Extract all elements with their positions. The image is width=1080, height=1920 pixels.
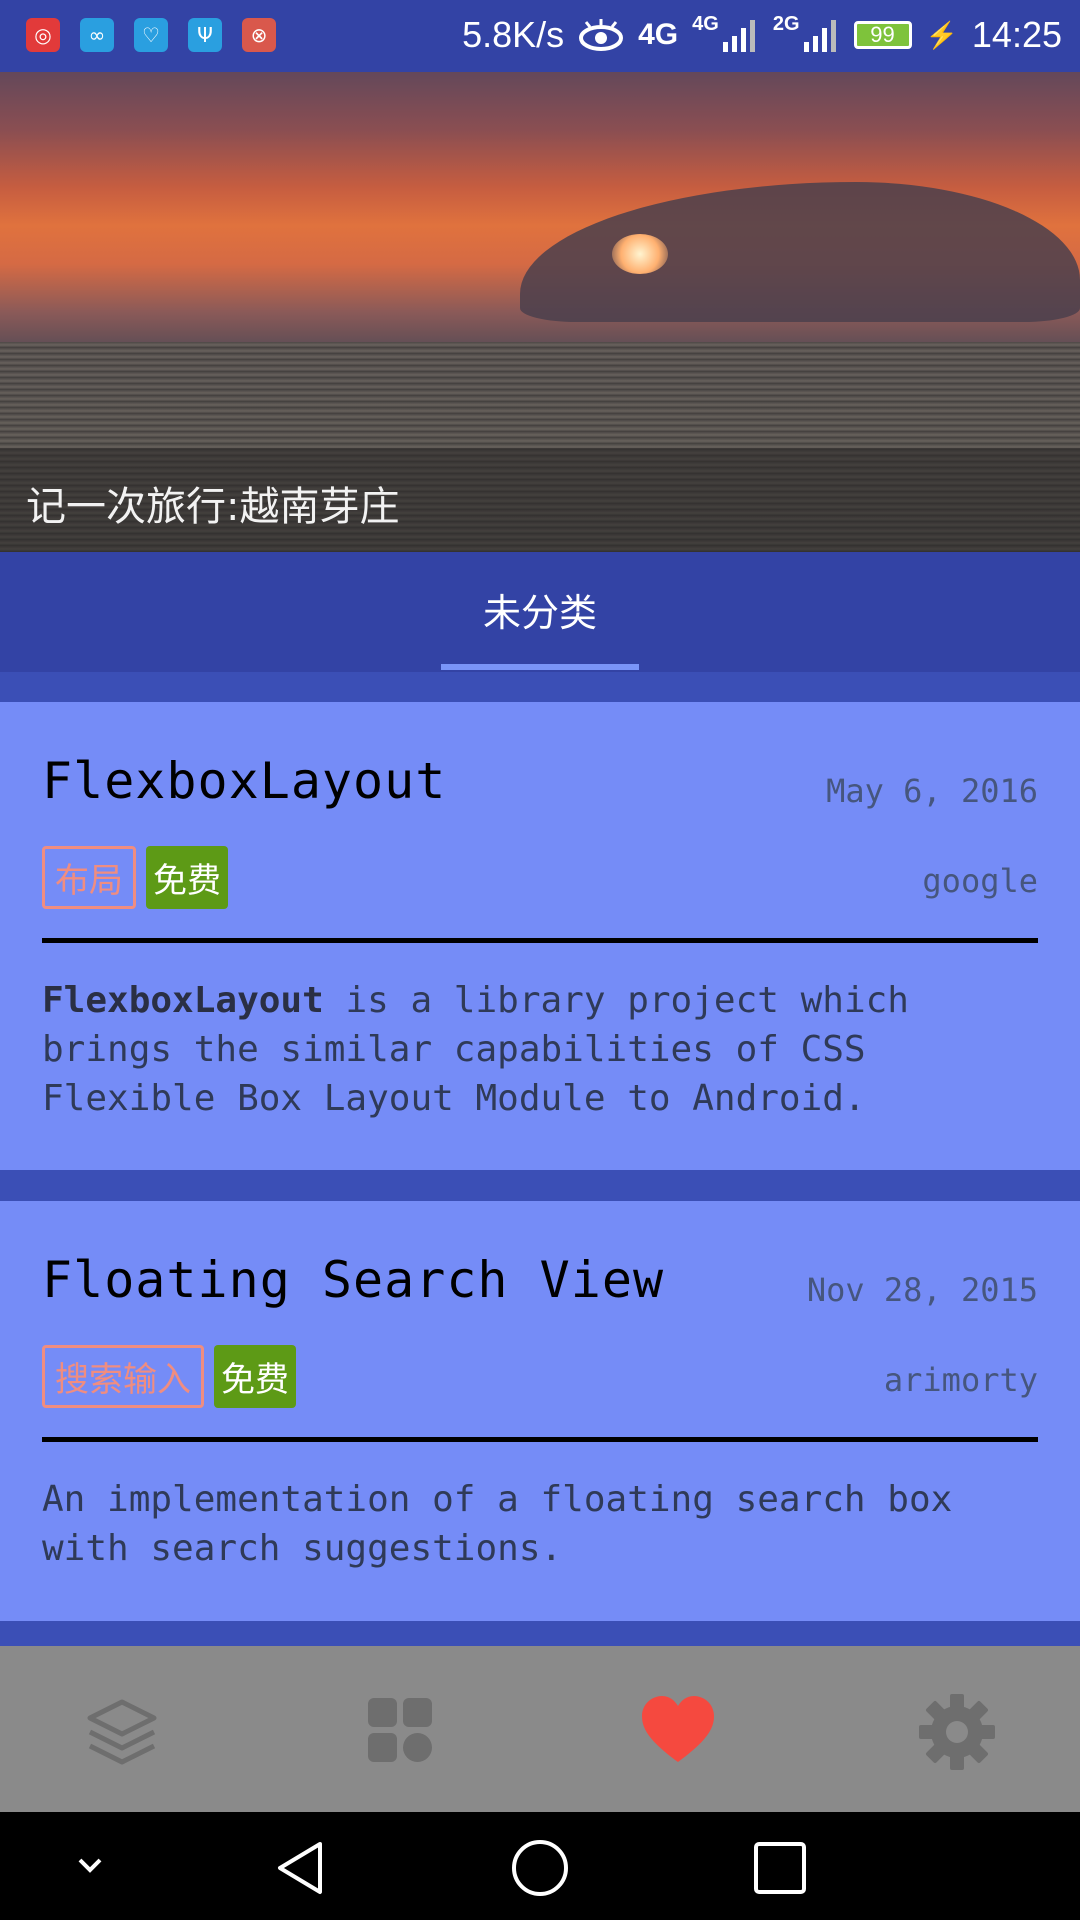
- bottom-navigation: [0, 1646, 1080, 1812]
- card-divider: [42, 938, 1038, 943]
- nav-layers[interactable]: [82, 1692, 162, 1772]
- gear-icon: [919, 1694, 995, 1770]
- card-title: Floating Search View: [42, 1251, 665, 1309]
- card-date: May 6, 2016: [826, 772, 1038, 810]
- back-triangle-icon: [278, 1842, 322, 1894]
- eye-icon: [579, 19, 624, 51]
- layers-icon: [87, 1699, 157, 1765]
- nav-favorites[interactable]: [638, 1692, 718, 1772]
- card-divider: [42, 1437, 1038, 1442]
- network-type-badge: 4G: [638, 18, 679, 51]
- battery-icon: 99: [853, 21, 912, 49]
- app-close-icon: ⊗: [242, 18, 276, 52]
- category-tab-bar: 未分类: [0, 552, 1080, 672]
- back-button[interactable]: [270, 1838, 330, 1902]
- signal-strength-2g-icon: 2G: [773, 14, 840, 52]
- tag-free[interactable]: 免费: [214, 1345, 296, 1408]
- nav-settings[interactable]: [917, 1692, 997, 1772]
- tab-indicator: [441, 664, 639, 670]
- card-date: Nov 28, 2015: [806, 1271, 1038, 1309]
- card-description: FlexboxLayout is a library project which…: [42, 976, 1038, 1123]
- banner-cloud: [520, 182, 1080, 322]
- signal-strength-icon: 4G: [692, 14, 759, 52]
- tag-free[interactable]: 免费: [146, 846, 228, 909]
- clock: 14:25: [971, 14, 1062, 55]
- card-description-highlight: FlexboxLayout: [42, 980, 324, 1021]
- card-tags: 布局 免费: [42, 846, 228, 909]
- recents-button[interactable]: [750, 1838, 810, 1902]
- chevron-down-icon: [78, 1858, 102, 1873]
- card-description: An implementation of a floating search b…: [42, 1475, 1038, 1573]
- home-circle-icon: [512, 1840, 568, 1896]
- library-card-floating-search[interactable]: Floating Search View Nov 28, 2015 搜索输入 免…: [0, 1201, 1080, 1621]
- sync-app-icon: ∞: [80, 18, 114, 52]
- hide-nav-button[interactable]: [70, 1846, 110, 1890]
- netease-music-icon: ◎: [26, 18, 60, 52]
- banner-caption: 记一次旅行:越南芽庄: [0, 448, 1080, 552]
- recents-square-icon: [754, 1842, 806, 1894]
- net-speed: 5.8K/s: [462, 14, 565, 55]
- usb-icon: Ψ: [188, 18, 222, 52]
- library-card-flexbox[interactable]: FlexboxLayout May 6, 2016 布局 免费 google F…: [0, 702, 1080, 1170]
- heart-icon: [642, 1696, 714, 1762]
- status-bar: ◎ ∞ ♡ Ψ ⊗ 5.8K/s 4G 4G 2G 99 ⚡ 14:25: [0, 0, 1080, 72]
- tab-uncategorized[interactable]: 未分类: [441, 552, 639, 672]
- banner-sun: [612, 234, 668, 274]
- system-navigation-bar: [0, 1812, 1080, 1920]
- charging-icon: ⚡: [925, 19, 958, 50]
- health-monitor-icon: ♡: [134, 18, 168, 52]
- card-title: FlexboxLayout: [42, 752, 447, 810]
- banner-caption-text: 记一次旅行:越南芽庄: [26, 484, 400, 530]
- card-author: arimorty: [883, 1361, 1038, 1399]
- header-banner[interactable]: 记一次旅行:越南芽庄: [0, 72, 1080, 552]
- card-author: google: [922, 862, 1038, 900]
- tag-category[interactable]: 布局: [42, 846, 136, 909]
- card-description-text: An implementation of a floating search b…: [42, 1479, 953, 1569]
- tag-category[interactable]: 搜索输入: [42, 1345, 204, 1408]
- grid-icon: [368, 1698, 432, 1762]
- nav-grid[interactable]: [360, 1692, 440, 1772]
- card-tags: 搜索输入 免费: [42, 1345, 296, 1408]
- notification-icons: ◎ ∞ ♡ Ψ ⊗: [26, 18, 276, 52]
- status-indicators: 5.8K/s 4G 4G 2G 99 ⚡ 14:25: [462, 14, 1062, 56]
- home-button[interactable]: [510, 1838, 570, 1902]
